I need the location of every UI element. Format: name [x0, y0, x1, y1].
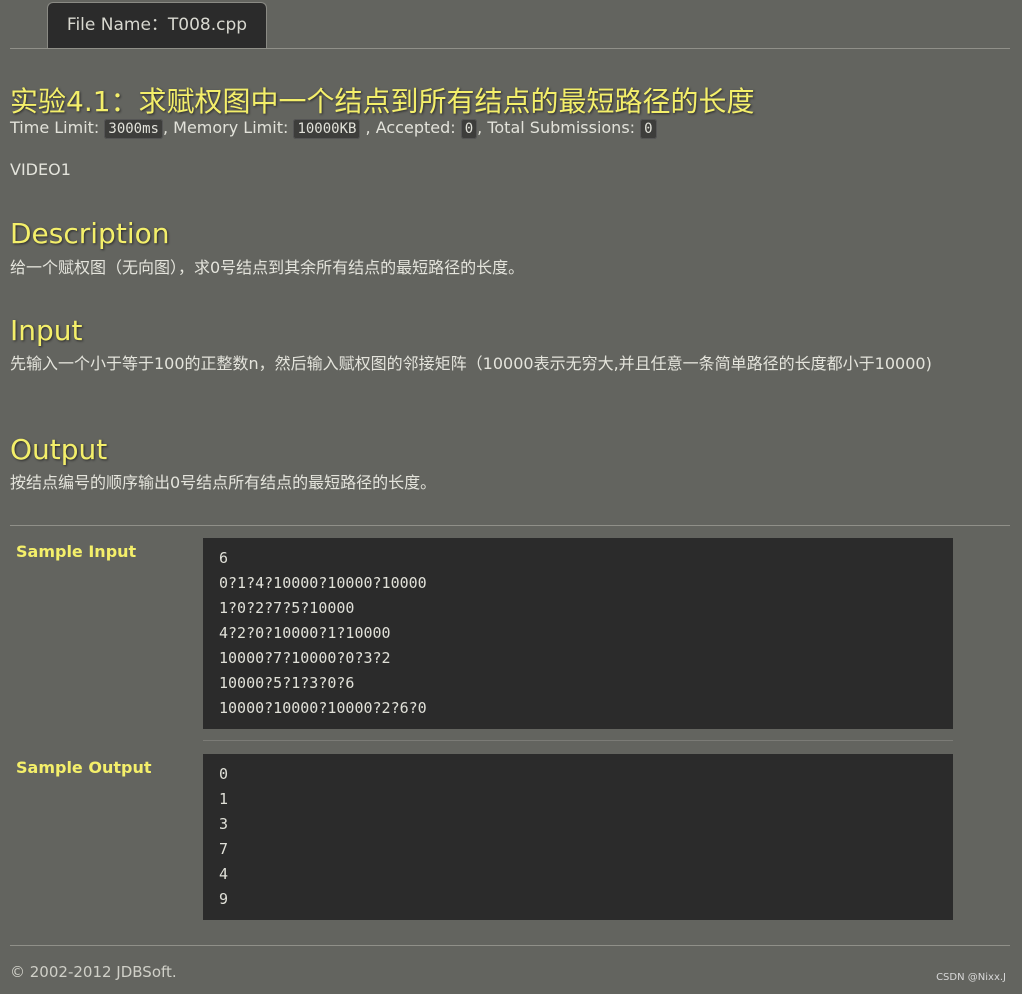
description-text: 给一个赋权图（无向图），求0号结点到其余所有结点的最短路径的长度。: [10, 258, 525, 277]
submissions-value: 0: [640, 119, 657, 139]
watermark: CSDN @Nixx.J: [936, 972, 1006, 983]
copyright: © 2002-2012 JDBSoft.: [10, 963, 177, 981]
sample-input-line: 1?0?2?7?5?10000: [219, 599, 355, 617]
tab-bar: File Name：T008.cpp: [0, 0, 1022, 49]
sample-output-line: 9: [219, 890, 229, 908]
sample-input-line: 0?1?4?10000?10000?10000: [219, 574, 427, 592]
input-heading: Input: [10, 314, 83, 347]
sample-input-line: 10000?5?1?3?0?6: [219, 674, 355, 692]
description-heading: Description: [10, 217, 170, 250]
sample-input-line: 4?2?0?10000?1?10000: [219, 624, 391, 642]
sample-output-line: 7: [219, 840, 229, 858]
sample-output-line: 1: [219, 790, 229, 808]
output-text: 按结点编号的顺序输出0号结点所有结点的最短路径的长度。: [10, 473, 437, 492]
sample-input-line: 10000?10000?10000?2?6?0: [219, 699, 427, 717]
sample-output-line: 3: [219, 815, 229, 833]
sample-output-label: Sample Output: [16, 758, 152, 777]
file-tab[interactable]: File Name：T008.cpp: [47, 2, 267, 48]
sample-input-line: 10000?7?10000?0?3?2: [219, 649, 391, 667]
time-limit-label: Time Limit:: [10, 118, 105, 137]
sample-output-line: 0: [219, 765, 229, 783]
problem-source: VIDEO1: [10, 160, 71, 179]
accepted-value: 0: [460, 119, 478, 139]
accepted-label: , Accepted:: [360, 118, 461, 137]
sample-output-box[interactable]: 0 1 3 7 4 9: [203, 754, 953, 920]
sample-input-line: 6: [219, 549, 229, 567]
output-heading: Output: [10, 433, 108, 466]
limits-line: Time Limit: 3000ms, Memory Limit: 10000K…: [10, 118, 657, 139]
submissions-label: , Total Submissions:: [477, 118, 641, 137]
sample-output-line: 4: [219, 865, 229, 883]
divider-footer: [10, 945, 1010, 946]
memory-limit-value: 10000KB: [293, 119, 361, 139]
sample-input-box[interactable]: 6 0?1?4?10000?10000?10000 1?0?2?7?5?1000…: [203, 538, 953, 729]
divider-sample-gap: [203, 740, 953, 741]
problem-title: 实验4.1：求赋权图中一个结点到所有结点的最短路径的长度: [10, 85, 755, 118]
input-text: 先输入一个小于等于100的正整数n，然后输入赋权图的邻接矩阵（10000表示无穷…: [10, 354, 932, 373]
divider-samples: [10, 525, 1010, 526]
sample-input-label: Sample Input: [16, 542, 137, 561]
divider-top: [10, 48, 1010, 49]
time-limit-value: 3000ms: [104, 119, 163, 139]
memory-limit-label: , Memory Limit:: [162, 118, 294, 137]
